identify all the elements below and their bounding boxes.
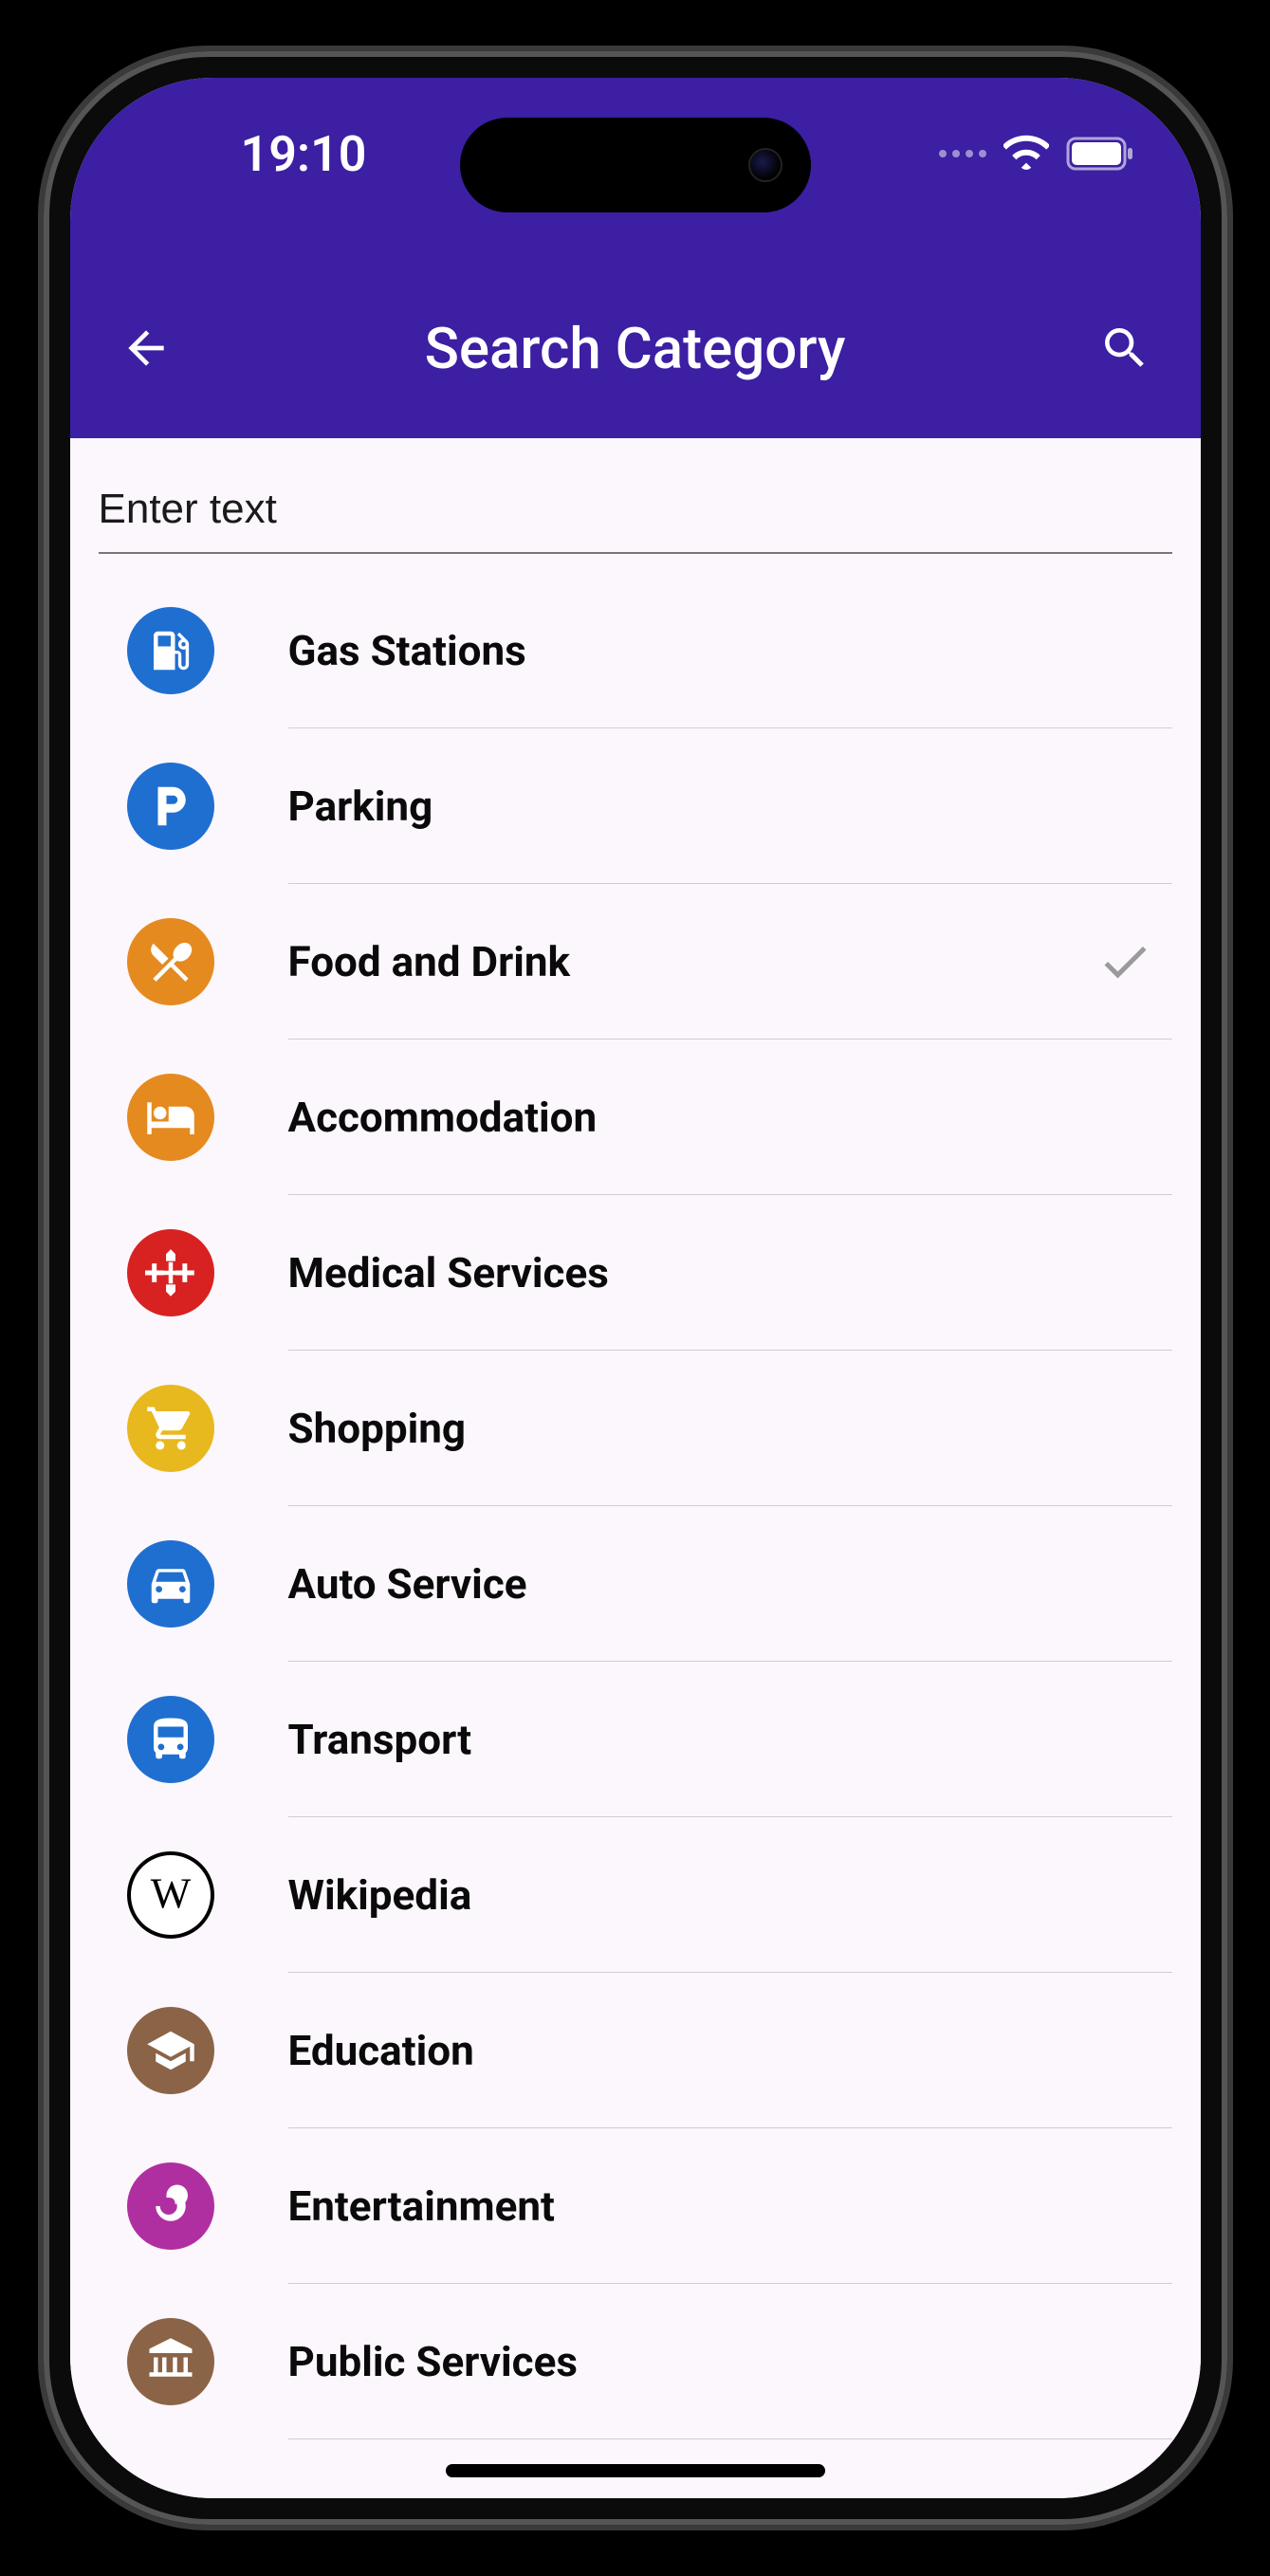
medical-icon: [127, 1229, 214, 1316]
dynamic-island: [460, 118, 811, 212]
category-row-food[interactable]: Food and Drink: [70, 884, 1201, 1040]
parking-icon: [127, 763, 214, 850]
category-label: Food and Drink: [288, 937, 1096, 986]
page-title: Search Category: [193, 315, 1077, 382]
category-row-public[interactable]: Public Services: [70, 2284, 1201, 2439]
search-icon: [1098, 322, 1151, 375]
category-row-medical[interactable]: Medical Services: [70, 1195, 1201, 1351]
category-row-accommodation[interactable]: Accommodation: [70, 1040, 1201, 1195]
gas-pump-icon: [127, 607, 214, 694]
category-label: Wikipedia: [288, 1870, 1172, 1920]
category-label: Entertainment: [288, 2181, 1172, 2231]
category-label: Public Services: [288, 2337, 1172, 2386]
app-bar: Search Category: [70, 258, 1201, 438]
category-label: Education: [288, 2026, 1172, 2075]
screen: 19:10 Search Category: [70, 78, 1201, 2498]
wifi-icon: [1003, 135, 1049, 173]
check-icon: [1096, 933, 1153, 990]
bed-icon: [127, 1074, 214, 1161]
back-button[interactable]: [99, 301, 193, 396]
category-list: Gas Stations Parking Food and Drink Accommo…: [70, 554, 1201, 2439]
category-label: Auto Service: [288, 1559, 1172, 1609]
bus-icon: [127, 1696, 214, 1783]
signal-dots-icon: [939, 150, 986, 157]
arrow-left-icon: [120, 322, 173, 375]
search-input[interactable]: [99, 467, 1172, 554]
category-row-transport[interactable]: Transport: [70, 1662, 1201, 1817]
search-input-wrap: [70, 438, 1201, 554]
status-time: 19:10: [127, 125, 367, 183]
category-row-education[interactable]: Education: [70, 1973, 1201, 2128]
battery-icon: [1066, 137, 1134, 171]
category-label: Medical Services: [288, 1248, 1172, 1297]
status-right: [939, 135, 1144, 173]
graduation-icon: [127, 2007, 214, 2094]
category-row-entertainment[interactable]: Entertainment: [70, 2128, 1201, 2284]
category-row-shopping[interactable]: Shopping: [70, 1351, 1201, 1506]
search-button[interactable]: [1077, 301, 1172, 396]
category-row-wikipedia[interactable]: Wikipedia: [70, 1817, 1201, 1973]
divider: [288, 2438, 1172, 2439]
category-label: Parking: [288, 782, 1172, 831]
cart-icon: [127, 1385, 214, 1472]
category-label: Shopping: [288, 1404, 1172, 1453]
category-label: Gas Stations: [288, 626, 1172, 675]
wikipedia-icon: [127, 1851, 214, 1939]
food-icon: [127, 918, 214, 1005]
car-icon: [127, 1540, 214, 1628]
bank-icon: [127, 2318, 214, 2405]
spiral-icon: [127, 2162, 214, 2250]
content: Gas Stations Parking Food and Drink Accommo…: [70, 438, 1201, 2498]
home-indicator[interactable]: [446, 2464, 825, 2477]
category-row-auto[interactable]: Auto Service: [70, 1506, 1201, 1662]
camera-lens: [748, 148, 782, 182]
phone-frame: 19:10 Search Category: [38, 46, 1233, 2530]
category-label: Transport: [288, 1715, 1172, 1764]
category-row-parking[interactable]: Parking: [70, 728, 1201, 884]
category-row-gas[interactable]: Gas Stations: [70, 573, 1201, 728]
category-label: Accommodation: [288, 1093, 1172, 1142]
